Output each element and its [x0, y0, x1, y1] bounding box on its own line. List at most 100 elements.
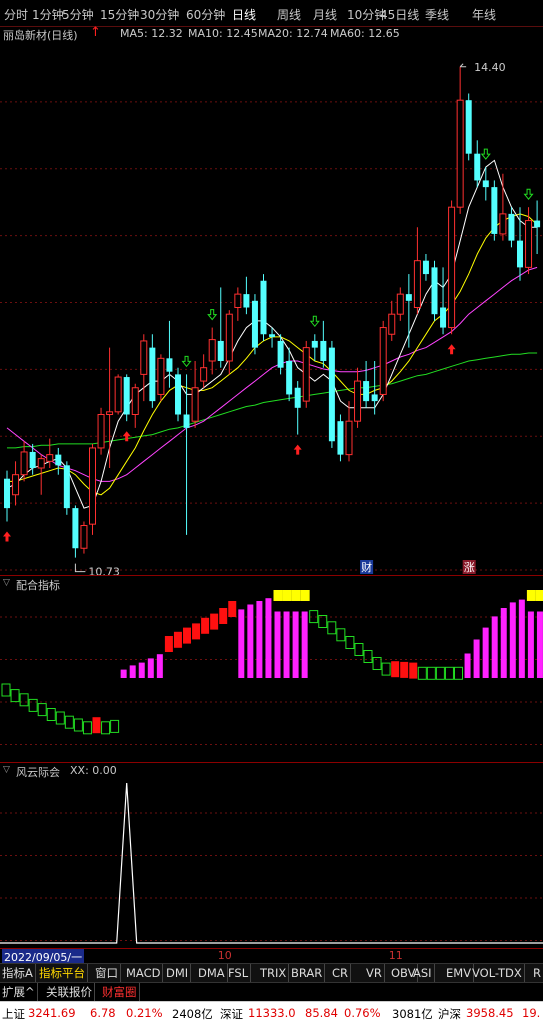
candle: [499, 173, 507, 241]
indicator-bar: [129, 665, 136, 678]
sell-arrow-icon: [181, 355, 192, 368]
period-tab[interactable]: 周线: [277, 6, 301, 23]
sz-index-pct: 0.76%: [344, 1006, 381, 1020]
period-tab[interactable]: 15分钟: [100, 6, 139, 23]
indicator-bar: [28, 698, 38, 712]
candle: [465, 93, 472, 161]
indicator-bar: [173, 631, 182, 648]
indicator-panel-3[interactable]: [0, 778, 543, 948]
indicator-tab[interactable]: BRAR: [289, 964, 326, 982]
candle-body: [46, 454, 54, 462]
sh-index-value: 3241.69: [28, 1006, 76, 1020]
candle-body: [311, 340, 318, 348]
low-price-label: 10.73: [88, 566, 120, 575]
sub-tab[interactable]: 关联报价: [44, 983, 95, 1001]
candle: [363, 361, 370, 408]
period-tab[interactable]: 日线: [232, 6, 256, 23]
candle: [508, 207, 515, 248]
indicator-tab[interactable]: VOL-TDX: [470, 964, 525, 982]
candle: [396, 287, 404, 321]
indicator-bar: [509, 602, 516, 678]
period-tab[interactable]: 60分钟: [186, 6, 225, 23]
candle-body: [396, 293, 404, 315]
sub-tab-bar: 扩展^ 关联报价 财富圈: [0, 982, 543, 1001]
candle: [328, 340, 335, 448]
indicator-tab[interactable]: 指标平台: [37, 964, 88, 982]
candle: [234, 287, 242, 321]
candle: [55, 447, 62, 475]
period-tab[interactable]: 1分钟: [32, 6, 64, 23]
collapse-icon[interactable]: ▽: [3, 578, 10, 588]
indicator-bar: [1, 683, 11, 697]
candle-body: [517, 240, 523, 268]
indicator-bar: [518, 599, 525, 678]
candle: [286, 347, 293, 402]
indicator-tab[interactable]: R: [531, 964, 543, 982]
period-tab[interactable]: 分时: [4, 6, 28, 23]
candle: [525, 207, 533, 275]
indicator-bar: [110, 719, 120, 733]
hs-index-value: 3958.45: [466, 1006, 514, 1020]
indicator-tab[interactable]: 窗口: [93, 964, 121, 982]
indicator-bar: [417, 666, 427, 680]
indicator-tab[interactable]: MACD: [124, 964, 164, 982]
candle: [534, 200, 541, 254]
indicator-tab[interactable]: 指标A: [0, 964, 36, 982]
indicator-tab[interactable]: ASI: [411, 964, 435, 982]
indicator-tab[interactable]: FSL: [226, 964, 252, 982]
indicator-panel-2[interactable]: [0, 590, 543, 760]
candle-body: [208, 339, 216, 362]
candle: [302, 340, 310, 408]
candle-body: [97, 414, 105, 449]
candle: [208, 327, 216, 375]
sz-index-change: 85.84: [305, 1006, 338, 1020]
xx-value-label: XX: 0.00: [70, 764, 117, 777]
candle-body: [354, 380, 362, 422]
candle: [431, 260, 438, 321]
indicator-bar: [464, 653, 471, 678]
indicator-tab[interactable]: DMI: [164, 964, 192, 982]
high-pointer: [459, 63, 467, 68]
candle: [12, 461, 20, 506]
candle-body: [405, 294, 412, 301]
candle: [474, 140, 481, 188]
indicator-tab[interactable]: CR: [330, 964, 352, 982]
collapse-icon[interactable]: ▽: [3, 765, 10, 775]
candle: [354, 367, 362, 428]
candle: [379, 320, 387, 402]
indicator-tab[interactable]: VR: [364, 964, 385, 982]
period-tab[interactable]: 45日线: [380, 6, 419, 23]
sell-arrow-icon: [523, 188, 534, 200]
candle: [320, 320, 327, 368]
period-tab[interactable]: 5分钟: [62, 6, 94, 23]
sub-tab[interactable]: 财富圈: [100, 983, 140, 1001]
indicator-tab[interactable]: TRIX: [258, 964, 290, 982]
candle: [413, 227, 421, 315]
indicator-bar: [283, 611, 290, 678]
indicator-bar: [120, 669, 127, 678]
x-axis-month-label: 10: [217, 949, 232, 962]
candle-body: [183, 414, 190, 428]
indicator-bar: [82, 721, 92, 735]
period-tab[interactable]: 30分钟: [140, 6, 179, 23]
hs-index-label: 沪深: [438, 1007, 461, 1021]
indicator-bar: [363, 650, 373, 663]
candle-body: [225, 313, 233, 362]
candlestick-chart[interactable]: 14.40 10.73 财 涨: [0, 40, 543, 575]
period-tab[interactable]: 月线: [313, 6, 337, 23]
sh-index-pct: 0.21%: [126, 1006, 163, 1020]
period-tab[interactable]: 年线: [472, 6, 496, 23]
candle: [217, 287, 224, 368]
period-tab[interactable]: 季线: [425, 6, 449, 23]
candle-body: [20, 451, 28, 476]
indicator-bar: [147, 658, 154, 678]
indicator-bar: [300, 590, 310, 601]
hs-index-change: 19.: [522, 1006, 541, 1020]
sub-tab[interactable]: 扩展^: [0, 983, 38, 1001]
candle-body: [260, 280, 267, 335]
sell-arrow-icon: [207, 309, 218, 321]
indicator-bar: [536, 611, 543, 678]
indicator-tab[interactable]: DMA: [196, 964, 228, 982]
indicator-bar: [444, 666, 454, 680]
candle-body: [422, 260, 429, 275]
